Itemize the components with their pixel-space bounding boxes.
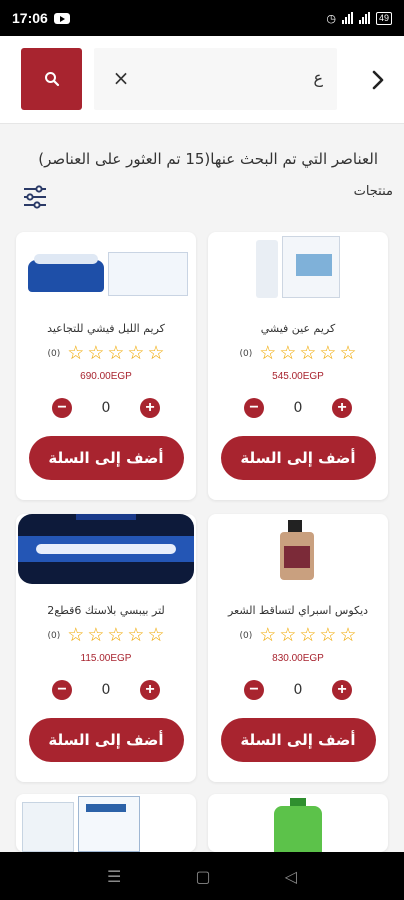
status-icons: ◷ 49: [326, 11, 392, 25]
star-icon[interactable]: ☆: [339, 344, 356, 363]
battery-icon: 49: [375, 11, 392, 25]
increase-button[interactable]: +: [332, 398, 352, 418]
increase-button[interactable]: +: [332, 680, 352, 700]
product-card[interactable]: [208, 794, 388, 852]
star-icon[interactable]: ☆: [299, 344, 316, 363]
star-icon[interactable]: ☆: [67, 626, 84, 645]
search-button[interactable]: [21, 48, 82, 110]
product-card[interactable]: كريم الليل فيشي للتجاعيد ☆ ☆ ☆ ☆ ☆ (0) 6…: [16, 232, 196, 500]
quantity-value: 0: [293, 682, 303, 698]
youtube-notification-icon: [53, 12, 70, 24]
star-icon[interactable]: ☆: [107, 626, 124, 645]
product-price: 830.00EGP: [272, 653, 324, 664]
decrease-button[interactable]: −: [244, 398, 264, 418]
product-rating[interactable]: ☆ ☆ ☆ ☆ ☆ (0): [16, 344, 196, 363]
product-image-night-cream: [16, 232, 196, 302]
product-name: ديكوس اسبراي لتساقط الشعر: [227, 604, 369, 617]
quantity-value: 0: [101, 682, 111, 698]
quantity-stepper: − 0 +: [208, 680, 388, 700]
star-icon[interactable]: ☆: [259, 626, 276, 645]
status-time: 17:06: [12, 10, 48, 26]
signal-icon-2: [358, 12, 370, 24]
product-price: 690.00EGP: [80, 371, 132, 382]
product-name: كريم عين فيشي: [260, 322, 336, 335]
rating-count: (0): [47, 348, 61, 359]
star-icon[interactable]: ☆: [279, 626, 296, 645]
star-icon[interactable]: ☆: [279, 344, 296, 363]
product-rating[interactable]: ☆ ☆ ☆ ☆ ☆ (0): [16, 626, 196, 645]
alarm-icon: ◷: [326, 11, 336, 25]
product-image-hair-spray: [208, 514, 388, 584]
system-nav-bar: ☰ ▢ ◁: [0, 852, 404, 900]
home-icon[interactable]: ▢: [195, 867, 210, 886]
section-label: منتجات: [353, 184, 393, 199]
product-card[interactable]: 2لتر بيبسي بلاستك 6قطع ☆ ☆ ☆ ☆ ☆ (0) 115…: [16, 514, 196, 782]
product-name: 2لتر بيبسي بلاستك 6قطع: [47, 604, 165, 617]
star-icon[interactable]: ☆: [87, 626, 104, 645]
product-image-cerave: [16, 794, 196, 852]
add-to-cart-button[interactable]: أضف إلى السلة: [28, 718, 184, 762]
quantity-stepper: − 0 +: [16, 680, 196, 700]
decrease-button[interactable]: −: [52, 398, 72, 418]
recents-icon[interactable]: ☰: [107, 867, 121, 886]
star-icon[interactable]: ☆: [319, 626, 336, 645]
product-rating[interactable]: ☆ ☆ ☆ ☆ ☆ (0): [208, 626, 388, 645]
add-to-cart-button[interactable]: أضف إلى السلة: [220, 718, 376, 762]
add-to-cart-button[interactable]: أضف إلى السلة: [28, 436, 184, 480]
star-icon[interactable]: ☆: [147, 626, 164, 645]
star-icon[interactable]: ☆: [127, 626, 144, 645]
decrease-button[interactable]: −: [52, 680, 72, 700]
search-header: × ع: [0, 36, 404, 124]
star-icon[interactable]: ☆: [107, 344, 124, 363]
chevron-right-icon[interactable]: [368, 70, 388, 90]
quantity-value: 0: [101, 400, 111, 416]
search-icon: [44, 72, 59, 87]
filter-icon[interactable]: [22, 184, 48, 210]
quantity-stepper: − 0 +: [208, 398, 388, 418]
star-icon[interactable]: ☆: [299, 626, 316, 645]
quantity-value: 0: [293, 400, 303, 416]
star-icon[interactable]: ☆: [67, 344, 84, 363]
rating-count: (0): [239, 630, 253, 641]
star-icon[interactable]: ☆: [339, 626, 356, 645]
signal-icon: [341, 12, 353, 24]
product-card[interactable]: كريم عين فيشي ☆ ☆ ☆ ☆ ☆ (0) 545.00EGP − …: [208, 232, 388, 500]
product-price: 545.00EGP: [272, 371, 324, 382]
search-input-value: ع: [313, 68, 323, 87]
product-price: 115.00EGP: [80, 653, 132, 664]
star-icon[interactable]: ☆: [147, 344, 164, 363]
status-bar: 17:06 ◷ 49: [0, 0, 404, 36]
increase-button[interactable]: +: [140, 680, 160, 700]
star-icon[interactable]: ☆: [259, 344, 276, 363]
results-title: العناصر التي تم البحث عنها(15 تم العثور …: [38, 150, 378, 168]
product-name: كريم الليل فيشي للتجاعيد: [47, 322, 165, 335]
product-card[interactable]: ديكوس اسبراي لتساقط الشعر ☆ ☆ ☆ ☆ ☆ (0) …: [208, 514, 388, 782]
star-icon[interactable]: ☆: [87, 344, 104, 363]
product-card[interactable]: [16, 794, 196, 852]
product-image-cleaner-bottle: [208, 794, 388, 852]
product-image-eye-cream: [208, 232, 388, 302]
product-rating[interactable]: ☆ ☆ ☆ ☆ ☆ (0): [208, 344, 388, 363]
back-icon[interactable]: ◁: [285, 867, 297, 886]
rating-count: (0): [239, 348, 253, 359]
rating-count: (0): [47, 630, 61, 641]
star-icon[interactable]: ☆: [319, 344, 336, 363]
increase-button[interactable]: +: [140, 398, 160, 418]
quantity-stepper: − 0 +: [16, 398, 196, 418]
clear-icon[interactable]: ×: [112, 66, 130, 90]
star-icon[interactable]: ☆: [127, 344, 144, 363]
decrease-button[interactable]: −: [244, 680, 264, 700]
search-input[interactable]: × ع: [94, 48, 337, 110]
product-image-pepsi: [16, 514, 196, 584]
add-to-cart-button[interactable]: أضف إلى السلة: [220, 436, 376, 480]
